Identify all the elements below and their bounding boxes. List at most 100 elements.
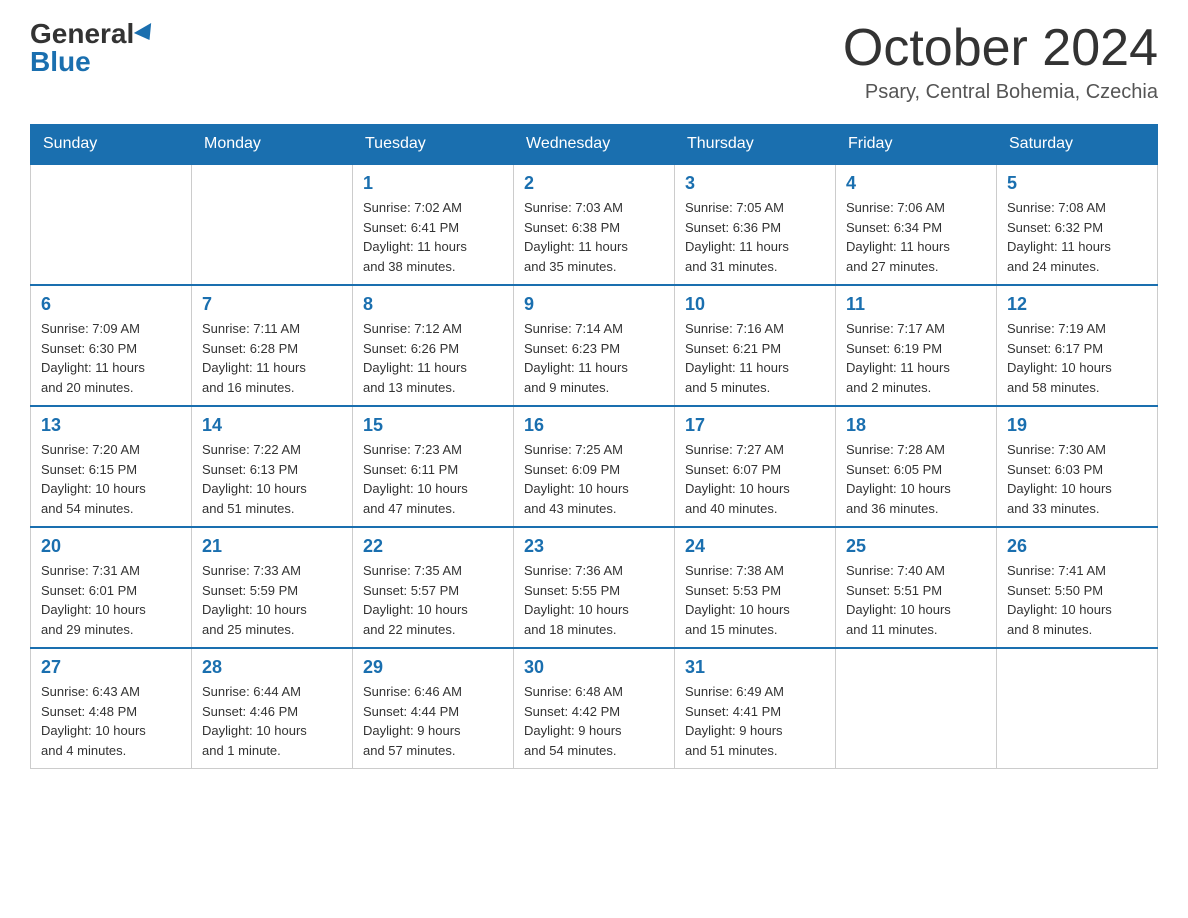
day-info: Sunrise: 7:30 AM Sunset: 6:03 PM Dayligh… [1007,440,1147,518]
calendar-cell: 1Sunrise: 7:02 AM Sunset: 6:41 PM Daylig… [353,164,514,285]
day-info: Sunrise: 7:16 AM Sunset: 6:21 PM Dayligh… [685,319,825,397]
day-info: Sunrise: 7:05 AM Sunset: 6:36 PM Dayligh… [685,198,825,276]
month-title: October 2024 [843,20,1158,77]
page-header: General Blue October 2024 Psary, Central… [30,20,1158,104]
calendar-cell: 20 Sunrise: 7:31 AM Sunset: 6:01 PM Dayli… [31,527,192,648]
day-number: 6 [41,294,181,315]
week-row-4: 20 Sunrise: 7:31 AM Sunset: 6:01 PM Dayli… [31,527,1158,648]
day-number: 17 [685,415,825,436]
day-info: Sunrise: 7:09 AM Sunset: 6:30 PM Dayligh… [41,319,181,397]
calendar-cell: 8 Sunrise: 7:12 AM Sunset: 6:26 PM Daylig… [353,285,514,406]
day-number: 4 [846,173,986,194]
day-number: 29 [363,657,503,678]
day-info: Sunrise: 7:23 AM Sunset: 6:11 PM Dayligh… [363,440,503,518]
day-info: Sunrise: 7:36 AM Sunset: 5:55 PM Dayligh… [524,561,664,639]
day-number: 19 [1007,415,1147,436]
day-info: Sunrise: 7:11 AM Sunset: 6:28 PM Dayligh… [202,319,342,397]
day-number: 23 [524,536,664,557]
day-number: 14 [202,415,342,436]
day-number: 2 [524,173,664,194]
calendar-cell: 19 Sunrise: 7:30 AM Sunset: 6:03 PM Dayli… [997,406,1158,527]
logo-general-text: General [30,20,134,48]
calendar-cell: 7 Sunrise: 7:11 AM Sunset: 6:28 PM Daylig… [192,285,353,406]
calendar-cell: 16 Sunrise: 7:25 AM Sunset: 6:09 PM Dayli… [514,406,675,527]
day-info: Sunrise: 7:20 AM Sunset: 6:15 PM Dayligh… [41,440,181,518]
week-row-5: 27Sunrise: 6:43 AM Sunset: 4:48 PM Dayli… [31,648,1158,769]
day-number: 22 [363,536,503,557]
calendar-cell [836,648,997,769]
day-number: 31 [685,657,825,678]
calendar-cell: 11 Sunrise: 7:17 AM Sunset: 6:19 PM Dayli… [836,285,997,406]
logo-triangle-icon [134,23,158,45]
calendar-cell: 10 Sunrise: 7:16 AM Sunset: 6:21 PM Dayli… [675,285,836,406]
day-number: 24 [685,536,825,557]
day-number: 15 [363,415,503,436]
calendar-cell: 31 Sunrise: 6:49 AM Sunset: 4:41 PM Dayli… [675,648,836,769]
calendar-cell: 15 Sunrise: 7:23 AM Sunset: 6:11 PM Dayli… [353,406,514,527]
calendar-cell: 23 Sunrise: 7:36 AM Sunset: 5:55 PM Dayli… [514,527,675,648]
day-info: Sunrise: 6:44 AM Sunset: 4:46 PM Dayligh… [202,682,342,760]
calendar-cell [997,648,1158,769]
calendar-header-row: SundayMondayTuesdayWednesdayThursdayFrid… [31,125,1158,165]
day-info: Sunrise: 7:02 AM Sunset: 6:41 PM Dayligh… [363,198,503,276]
week-row-1: 1Sunrise: 7:02 AM Sunset: 6:41 PM Daylig… [31,164,1158,285]
weekday-header-thursday: Thursday [675,125,836,165]
day-number: 28 [202,657,342,678]
day-info: Sunrise: 6:49 AM Sunset: 4:41 PM Dayligh… [685,682,825,760]
calendar-cell: 18Sunrise: 7:28 AM Sunset: 6:05 PM Dayli… [836,406,997,527]
calendar-cell: 25 Sunrise: 7:40 AM Sunset: 5:51 PM Dayli… [836,527,997,648]
weekday-header-sunday: Sunday [31,125,192,165]
calendar-cell [192,164,353,285]
day-number: 26 [1007,536,1147,557]
day-number: 11 [846,294,986,315]
location-text: Psary, Central Bohemia, Czechia [843,81,1158,104]
weekday-header-wednesday: Wednesday [514,125,675,165]
day-number: 25 [846,536,986,557]
day-info: Sunrise: 7:31 AM Sunset: 6:01 PM Dayligh… [41,561,181,639]
day-number: 8 [363,294,503,315]
day-number: 13 [41,415,181,436]
day-info: Sunrise: 7:25 AM Sunset: 6:09 PM Dayligh… [524,440,664,518]
week-row-2: 6 Sunrise: 7:09 AM Sunset: 6:30 PM Daylig… [31,285,1158,406]
calendar-cell: 21Sunrise: 7:33 AM Sunset: 5:59 PM Dayli… [192,527,353,648]
day-info: Sunrise: 7:14 AM Sunset: 6:23 PM Dayligh… [524,319,664,397]
calendar-cell: 6 Sunrise: 7:09 AM Sunset: 6:30 PM Daylig… [31,285,192,406]
weekday-header-friday: Friday [836,125,997,165]
day-number: 18 [846,415,986,436]
day-number: 16 [524,415,664,436]
calendar-cell: 14 Sunrise: 7:22 AM Sunset: 6:13 PM Dayli… [192,406,353,527]
calendar-cell: 5 Sunrise: 7:08 AM Sunset: 6:32 PM Daylig… [997,164,1158,285]
day-number: 21 [202,536,342,557]
weekday-header-monday: Monday [192,125,353,165]
day-info: Sunrise: 7:35 AM Sunset: 5:57 PM Dayligh… [363,561,503,639]
calendar-cell: 3 Sunrise: 7:05 AM Sunset: 6:36 PM Daylig… [675,164,836,285]
day-info: Sunrise: 7:22 AM Sunset: 6:13 PM Dayligh… [202,440,342,518]
day-number: 5 [1007,173,1147,194]
week-row-3: 13 Sunrise: 7:20 AM Sunset: 6:15 PM Dayli… [31,406,1158,527]
weekday-header-tuesday: Tuesday [353,125,514,165]
logo-blue-text: Blue [30,48,91,76]
calendar-cell: 13 Sunrise: 7:20 AM Sunset: 6:15 PM Dayli… [31,406,192,527]
day-number: 10 [685,294,825,315]
day-number: 20 [41,536,181,557]
day-info: Sunrise: 7:06 AM Sunset: 6:34 PM Dayligh… [846,198,986,276]
day-info: Sunrise: 7:17 AM Sunset: 6:19 PM Dayligh… [846,319,986,397]
day-info: Sunrise: 7:12 AM Sunset: 6:26 PM Dayligh… [363,319,503,397]
day-info: Sunrise: 7:27 AM Sunset: 6:07 PM Dayligh… [685,440,825,518]
calendar-cell: 27Sunrise: 6:43 AM Sunset: 4:48 PM Dayli… [31,648,192,769]
day-number: 30 [524,657,664,678]
day-number: 12 [1007,294,1147,315]
logo: General Blue [30,20,156,76]
day-number: 7 [202,294,342,315]
day-info: Sunrise: 7:38 AM Sunset: 5:53 PM Dayligh… [685,561,825,639]
calendar-cell: 29 Sunrise: 6:46 AM Sunset: 4:44 PM Dayli… [353,648,514,769]
day-number: 27 [41,657,181,678]
day-info: Sunrise: 7:40 AM Sunset: 5:51 PM Dayligh… [846,561,986,639]
day-number: 3 [685,173,825,194]
day-info: Sunrise: 7:08 AM Sunset: 6:32 PM Dayligh… [1007,198,1147,276]
calendar-cell: 24 Sunrise: 7:38 AM Sunset: 5:53 PM Dayli… [675,527,836,648]
calendar-cell: 26 Sunrise: 7:41 AM Sunset: 5:50 PM Dayli… [997,527,1158,648]
day-info: Sunrise: 7:41 AM Sunset: 5:50 PM Dayligh… [1007,561,1147,639]
title-area: October 2024 Psary, Central Bohemia, Cze… [843,20,1158,104]
day-info: Sunrise: 6:46 AM Sunset: 4:44 PM Dayligh… [363,682,503,760]
